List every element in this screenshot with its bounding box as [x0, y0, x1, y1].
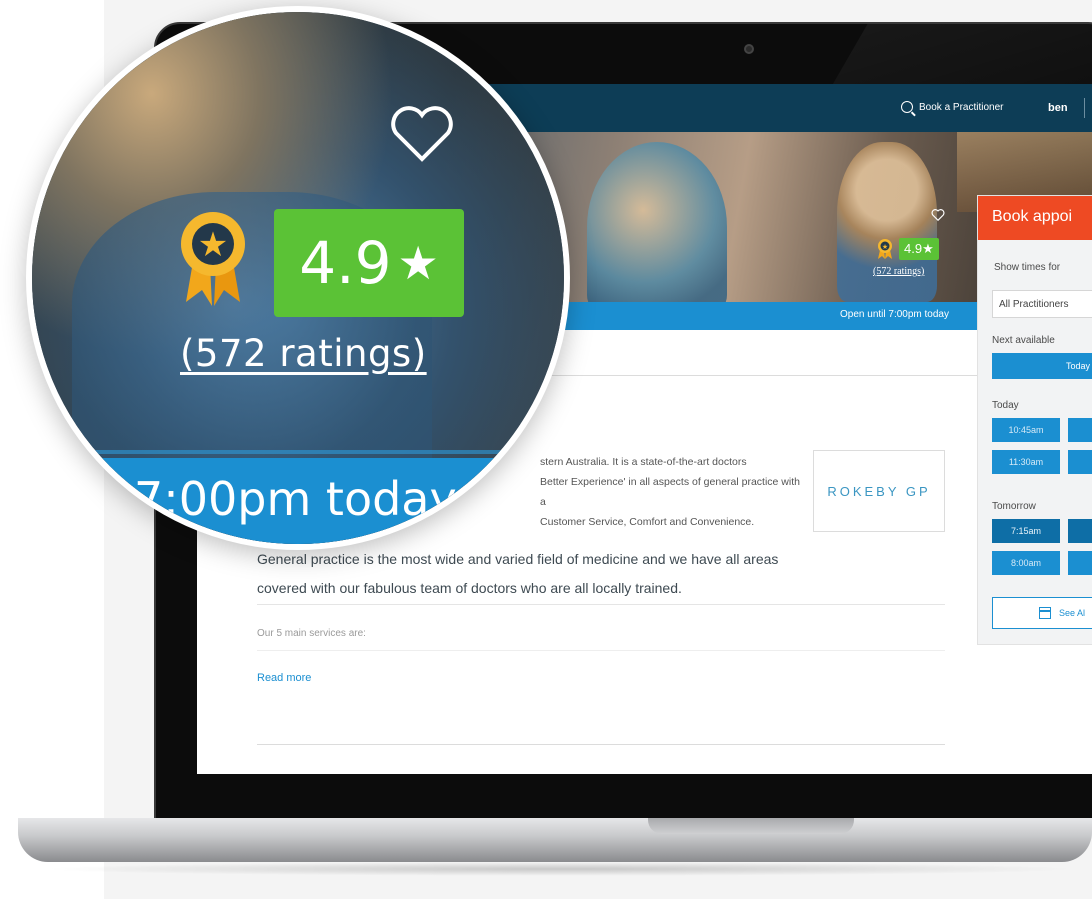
booking-panel-title: Book appoi: [978, 196, 1092, 240]
nav-divider: [1084, 98, 1085, 118]
rating-magnifier: ★ 4.9 ★ (572 ratings) 7:00pm today: [26, 6, 570, 550]
time-slot[interactable]: 10:45am: [992, 418, 1060, 442]
read-more-link[interactable]: Read more: [257, 672, 311, 684]
svg-text:★: ★: [882, 243, 888, 251]
divider: [257, 744, 945, 745]
clinic-intro-text: stern Australia. It is a state-of-the-ar…: [540, 456, 800, 528]
next-available-button[interactable]: Today: [992, 353, 1092, 379]
ratings-count-link[interactable]: (572 ratings): [873, 266, 924, 277]
see-all-button[interactable]: See Al: [992, 597, 1092, 629]
opening-hours-text: 7:00pm today: [134, 472, 457, 526]
time-slot[interactable]: 11: [1068, 450, 1092, 474]
svg-text:★: ★: [198, 225, 228, 265]
rating-score-badge: 4.9★: [274, 209, 464, 317]
search-icon: [901, 101, 913, 113]
today-label: Today: [992, 400, 1019, 411]
clinic-logo: ROKEBY GP: [813, 450, 945, 532]
divider: [257, 604, 945, 605]
time-slot[interactable]: 8:00am: [992, 551, 1060, 575]
show-times-label: Show times for: [994, 262, 1061, 273]
opening-hours-text: Open until 7:00pm today: [840, 309, 949, 320]
rating-summary: ★ 4.9★: [875, 238, 939, 260]
time-slot[interactable]: 11:30am: [992, 450, 1060, 474]
tomorrow-label: Tomorrow: [992, 501, 1036, 512]
time-slot[interactable]: 8:: [1068, 551, 1092, 575]
time-slot[interactable]: 7:15am: [992, 519, 1060, 543]
divider: [497, 375, 977, 376]
ratings-count-link[interactable]: (572 ratings): [180, 332, 427, 375]
favorite-heart-icon[interactable]: [388, 102, 456, 164]
rating-score-badge: 4.9★: [899, 238, 939, 260]
laptop-base: [18, 818, 1092, 862]
book-practitioner-label: Book a Practitioner: [919, 101, 1004, 113]
next-available-label: Next available: [992, 335, 1055, 346]
clinic-description: General practice is the most wide and va…: [257, 551, 779, 596]
services-heading: Our 5 main services are:: [257, 628, 366, 639]
user-menu[interactable]: ben: [1048, 102, 1068, 114]
divider: [257, 650, 945, 651]
favorite-heart-icon[interactable]: [931, 208, 945, 222]
camera-icon: [744, 44, 754, 54]
time-slot[interactable]: 11: [1068, 418, 1092, 442]
calendar-icon: [1039, 607, 1051, 619]
booking-panel: Book appoi Show times for All Practition…: [977, 195, 1092, 645]
laptop-notch: [648, 818, 854, 834]
award-medal-icon: ★: [878, 239, 892, 259]
laptop-shadow: [40, 862, 1080, 876]
award-medal-icon: ★: [181, 212, 245, 306]
book-practitioner-link[interactable]: Book a Practitioner: [901, 101, 1004, 113]
time-slot[interactable]: 7:: [1068, 519, 1092, 543]
practitioner-select[interactable]: All Practitioners: [992, 290, 1092, 318]
